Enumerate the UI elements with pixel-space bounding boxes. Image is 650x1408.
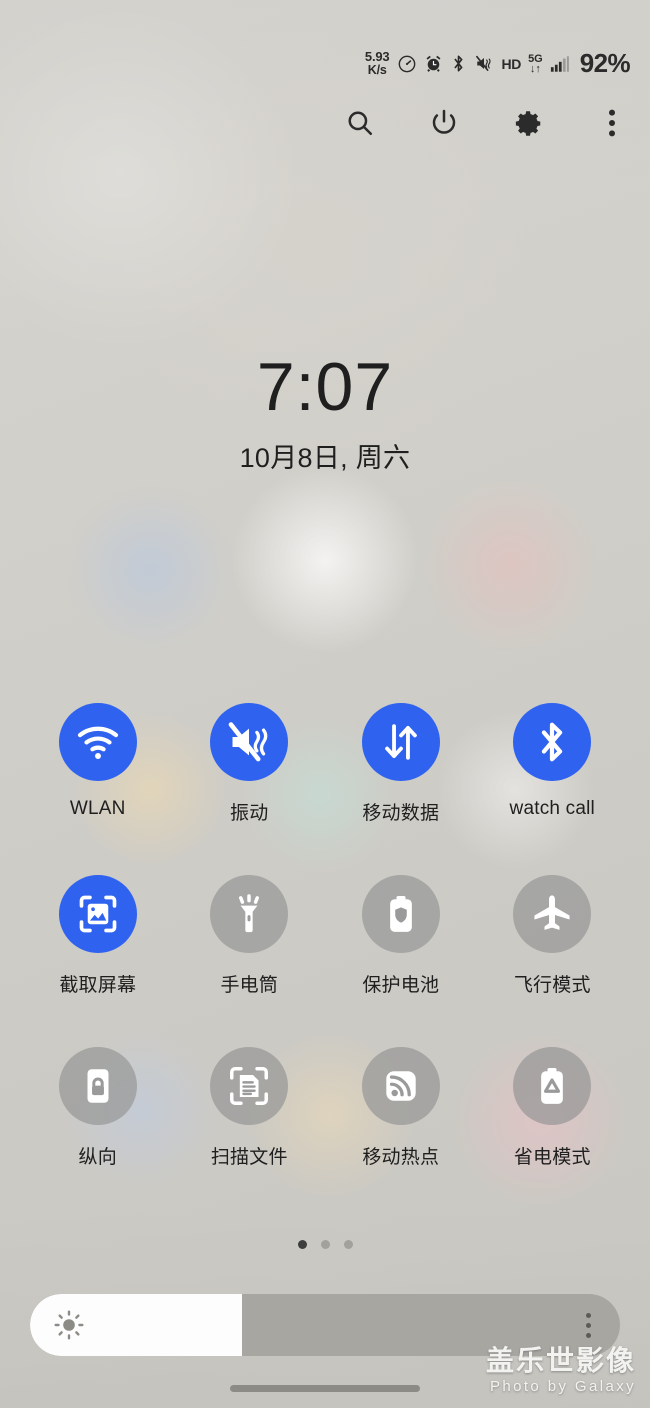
tile-flashlight[interactable]: 手电筒 (174, 875, 326, 997)
page-dot[interactable] (297, 1240, 307, 1249)
tile-icon-circle (361, 875, 440, 953)
tile-icon-circle (513, 1047, 592, 1125)
tile-portrait-lock[interactable]: 纵向 (22, 1047, 174, 1169)
screenshot-icon (76, 892, 120, 936)
quick-settings-tile-grid: WLAN 振动 移动数据 watch call 截取屏幕 手电筒 保护电池 飞行… (22, 703, 628, 1169)
settings-button[interactable] (508, 103, 548, 143)
tile-mobile-hotspot[interactable]: 移动热点 (325, 1047, 477, 1169)
tile-label: watch call (509, 798, 595, 819)
vibrate-mute-icon (474, 54, 494, 73)
tile-vibrate[interactable]: 振动 (174, 703, 326, 825)
scan-document-icon (227, 1064, 271, 1108)
network-speed-value: 5.93 (364, 49, 390, 64)
tile-icon-circle (210, 1047, 289, 1125)
tile-watch-call[interactable]: watch call (477, 703, 629, 825)
battery-percent-label: 92% (579, 48, 631, 78)
tile-label: 飞行模式 (513, 975, 591, 996)
page-dot[interactable] (343, 1240, 353, 1249)
tile-wlan[interactable]: WLAN (22, 703, 174, 825)
network-type-indicator: 5G ↓↑ (528, 52, 543, 75)
flashlight-icon (227, 892, 271, 936)
power-icon (429, 108, 459, 138)
network-data-arrows: ↓↑ (529, 62, 541, 75)
tile-icon-circle (210, 875, 289, 953)
tile-label: 移动数据 (362, 803, 440, 824)
quick-settings-toolbar (340, 103, 632, 143)
tile-label: 扫描文件 (210, 1147, 288, 1168)
tile-label: 纵向 (78, 1147, 117, 1168)
tile-icon-circle (58, 1047, 137, 1125)
vibrate-icon (226, 719, 272, 765)
hd-voice-label: HD (501, 55, 522, 72)
tile-label: 省电模式 (513, 1147, 591, 1168)
airplane-icon (529, 891, 575, 937)
tile-scan-document[interactable]: 扫描文件 (174, 1047, 326, 1169)
bluetooth-icon (531, 720, 573, 764)
tile-mobile-data[interactable]: 移动数据 (325, 703, 477, 825)
tile-icon-circle (513, 875, 592, 953)
more-options-button[interactable] (592, 103, 632, 143)
tile-screenshot[interactable]: 截取屏幕 (22, 875, 174, 997)
more-dot (585, 1322, 591, 1328)
clock-date: 10月8日, 周六 (239, 443, 411, 473)
more-dot (585, 1312, 591, 1318)
network-type-label: 5G (528, 52, 543, 65)
network-speed-indicator: 5.93 K/s (364, 49, 391, 77)
navigation-bar (0, 1368, 650, 1408)
gear-icon (513, 108, 544, 139)
tile-label: 截取屏幕 (59, 975, 137, 996)
search-button[interactable] (340, 103, 380, 143)
tile-label: WLAN (69, 798, 126, 819)
brightness-sun-icon (52, 1308, 86, 1342)
alarm-icon (424, 54, 443, 73)
mobile-data-icon (379, 720, 423, 764)
tile-label: 手电筒 (220, 975, 279, 996)
tile-label: 移动热点 (362, 1147, 440, 1168)
hotspot-icon (380, 1065, 422, 1107)
tile-label: 振动 (230, 803, 269, 824)
speedometer-icon (397, 54, 417, 74)
tile-icon-circle (361, 1047, 440, 1125)
protect-battery-icon (380, 892, 422, 936)
tile-airplane-mode[interactable]: 飞行模式 (477, 875, 629, 997)
tile-icon-circle (58, 875, 137, 953)
tile-icon-circle (58, 703, 137, 781)
rotation-lock-icon (77, 1064, 119, 1108)
gesture-handle[interactable] (230, 1384, 420, 1392)
tile-icon-circle (513, 703, 592, 781)
tile-icon-circle (210, 703, 289, 781)
more-dot (585, 1332, 591, 1338)
page-dot[interactable] (320, 1240, 330, 1249)
tile-protect-battery[interactable]: 保护电池 (325, 875, 477, 997)
power-button[interactable] (424, 103, 464, 143)
more-vertical-icon (599, 108, 625, 138)
bluetooth-icon (450, 54, 467, 73)
tile-label: 保护电池 (362, 975, 440, 996)
signal-bars-icon (550, 55, 570, 73)
clock-widget[interactable]: 7:07 10月8日, 周六 (0, 350, 650, 475)
brightness-more-button[interactable] (574, 1307, 602, 1343)
tile-power-saving[interactable]: 省电模式 (477, 1047, 629, 1169)
clock-time: 7:07 (256, 349, 394, 425)
network-speed-unit: K/s (367, 62, 387, 77)
status-bar: 5.93 K/s HD 5G ↓↑ 92% (364, 48, 631, 79)
search-icon (345, 108, 375, 138)
tile-icon-circle (361, 703, 440, 781)
power-saving-icon (531, 1064, 573, 1108)
page-indicator[interactable] (0, 1240, 650, 1249)
wifi-icon (75, 719, 121, 765)
